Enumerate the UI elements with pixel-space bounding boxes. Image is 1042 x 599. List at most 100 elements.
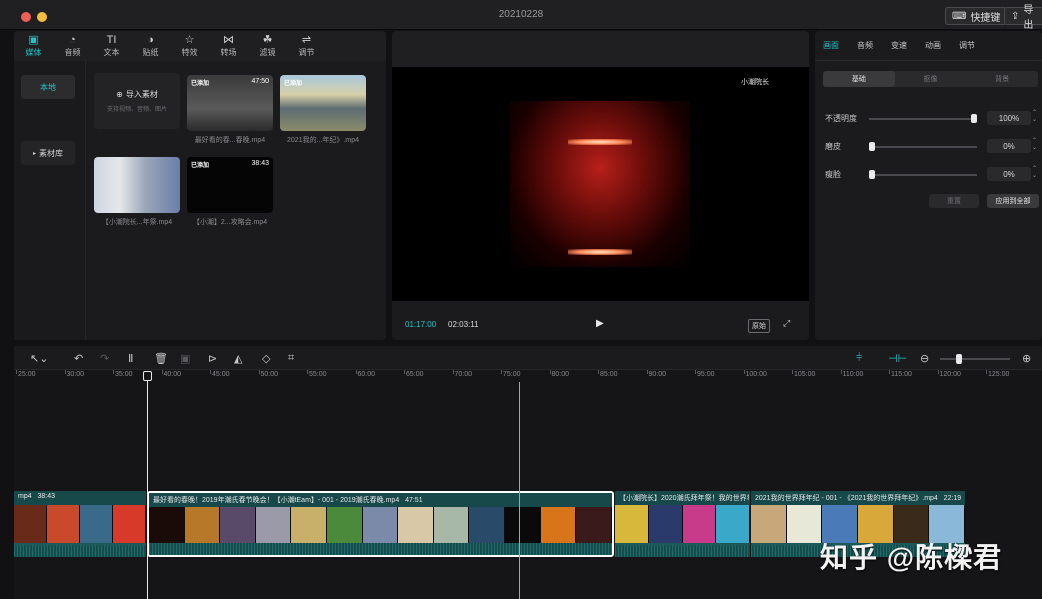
reset-button[interactable]: 重置 bbox=[929, 194, 979, 208]
video-preview[interactable]: 小潮院长 bbox=[392, 67, 809, 301]
timeline-cursor-handle[interactable] bbox=[143, 371, 152, 381]
sidebar-local[interactable]: 本地 bbox=[21, 75, 75, 99]
redo-icon[interactable]: ↷ bbox=[100, 352, 109, 365]
undo-icon[interactable]: ↶ bbox=[74, 352, 83, 365]
opacity-label: 不透明度 bbox=[825, 114, 857, 123]
opacity-stepper-icon[interactable]: ⌃ ⌄ bbox=[1032, 110, 1037, 124]
slim-stepper-icon[interactable]: ⌃ ⌄ bbox=[1032, 166, 1037, 180]
apply-all-button[interactable]: 应用到全部 bbox=[987, 194, 1039, 208]
ruler-tick-mark bbox=[986, 370, 987, 374]
ruler-tick-mark bbox=[646, 370, 648, 374]
media-tab-label: 音频 bbox=[64, 48, 81, 57]
media-clip-2-caption: 2021我的...年纪》.mp4 bbox=[287, 137, 359, 144]
segment-0[interactable]: 基础 bbox=[823, 71, 895, 87]
opacity-slider[interactable] bbox=[869, 114, 977, 123]
inspector-tab-1[interactable]: 音频 bbox=[857, 40, 873, 51]
media-tab-1[interactable]: ◔ 音频 bbox=[53, 31, 92, 61]
media-tab-0[interactable]: ▣ 媒体 bbox=[14, 31, 53, 61]
clip-label: 2021我的世界拜年纪 - 001 - 《2021我的世界拜年纪》.mp4 22… bbox=[755, 495, 962, 502]
ratio-button[interactable]: 原始 bbox=[748, 319, 770, 333]
smooth-slider[interactable] bbox=[869, 142, 977, 151]
freeze-icon[interactable]: ▣ bbox=[180, 352, 190, 365]
timeline-cursor[interactable] bbox=[147, 372, 148, 599]
media-clip-4-caption: 【小潮】2...攻略会.mp4 bbox=[192, 219, 268, 226]
timeline-ruler[interactable]: 25:00 30:00 35:00 40:00 45:00 50:00 55:00 60:00… bbox=[14, 370, 1042, 382]
slim-value[interactable]: 0% bbox=[987, 167, 1031, 181]
import-label: 导入素材 bbox=[125, 90, 158, 99]
media-tab-icon: ⋈ bbox=[223, 34, 234, 46]
ruler-tick-label: 50:00 bbox=[260, 371, 279, 378]
project-title: 20210228 bbox=[498, 9, 544, 20]
ruler-tick-label: 30:00 bbox=[66, 371, 85, 378]
media-tab-3[interactable]: ◑ 贴纸 bbox=[131, 31, 170, 61]
opacity-value[interactable]: 100% bbox=[987, 111, 1031, 125]
slim-slider-knob[interactable] bbox=[869, 170, 875, 179]
zoom-out-icon[interactable]: ⊖ bbox=[920, 352, 929, 365]
smooth-value[interactable]: 0% bbox=[987, 139, 1031, 153]
slim-slider[interactable] bbox=[869, 170, 977, 179]
sidebar-library[interactable]: ▸ 素材库 bbox=[21, 141, 75, 165]
timeline-clip-3[interactable]: 【小潮院长】2020潮氏拜年祭！我的世界拳 bbox=[615, 491, 750, 557]
plus-icon: ⊕ bbox=[116, 90, 123, 99]
inspector-tab-4[interactable]: 调节 bbox=[959, 40, 975, 51]
mirror-icon[interactable]: ◭ bbox=[234, 352, 242, 365]
ruler-tick-label: 90:00 bbox=[648, 371, 667, 378]
link-icon[interactable]: ⊣⊢ bbox=[888, 352, 907, 365]
playhead-line[interactable] bbox=[519, 382, 520, 599]
media-tab-6[interactable]: ☘ 滤镜 bbox=[248, 31, 287, 61]
media-tab-label: 媒体 bbox=[25, 48, 42, 57]
media-tab-icon: ▣ bbox=[28, 34, 39, 46]
timeline-toolbar: ↖⌄ ↶ ↷ Ⅱ 🗑 ▣ ⊳ ◭ ◇ ⌗ ⫩ ⊣⊢ ⊖ ⊕ bbox=[14, 346, 1042, 370]
media-tab-7[interactable]: ⇌ 调节 bbox=[287, 31, 326, 61]
slim-label: 瘦脸 bbox=[825, 170, 841, 179]
media-clip-3[interactable] bbox=[94, 157, 180, 213]
zoom-in-icon[interactable]: ⊕ bbox=[1022, 352, 1031, 365]
ruler-tick-mark bbox=[258, 370, 260, 374]
delete-icon[interactable]: 🗑 bbox=[154, 352, 168, 365]
title-bar: 20210228 ⌨ 快捷键 ⇪ 导出 bbox=[0, 0, 1042, 31]
clip-label: 最好看的春晚！2019年潮氏春节晚会！【小潮tEam】- 001 - 2019潮… bbox=[153, 497, 423, 504]
keyboard-icon: ⌨ bbox=[952, 10, 967, 22]
smooth-stepper-icon[interactable]: ⌃ ⌄ bbox=[1032, 138, 1037, 152]
clip-duration: 38:43 bbox=[251, 160, 269, 167]
media-tab-4[interactable]: ☆ 特效 bbox=[170, 31, 209, 61]
play-button[interactable]: ▶ bbox=[596, 318, 604, 329]
inspector-tab-0[interactable]: 画面 bbox=[823, 40, 839, 51]
rotate-icon[interactable]: ◇ bbox=[262, 352, 270, 365]
select-tool-icon[interactable]: ↖⌄ bbox=[30, 352, 48, 365]
timeline-clip-2-selected[interactable]: 最好看的春晚！2019年潮氏春节晚会！【小潮tEam】- 001 - 2019潮… bbox=[147, 491, 614, 557]
ruler-tick-mark bbox=[404, 370, 405, 374]
zoom-slider-knob[interactable] bbox=[956, 354, 962, 364]
ruler-tick-mark bbox=[355, 370, 357, 374]
media-clip-2[interactable]: 已添加 bbox=[280, 75, 366, 131]
fullscreen-icon[interactable]: ⤢ bbox=[783, 318, 790, 329]
player-header bbox=[392, 31, 809, 67]
crop-icon[interactable]: ⌗ bbox=[288, 352, 294, 365]
inspector-tab-3[interactable]: 动画 bbox=[925, 40, 941, 51]
export-button[interactable]: ⇪ 导出 bbox=[1004, 5, 1042, 31]
ruler-tick-label: 120:00 bbox=[939, 371, 961, 378]
ruler-tick-mark bbox=[501, 370, 502, 374]
media-clip-4[interactable]: 已添加 38:43 bbox=[187, 157, 273, 213]
segment-2[interactable]: 背景 bbox=[966, 71, 1038, 87]
import-button[interactable]: ⊕ 导入素材 支持视频、音频、图片 bbox=[94, 73, 180, 129]
smooth-slider-knob[interactable] bbox=[869, 142, 875, 151]
media-tab-icon: TI bbox=[106, 34, 117, 46]
clip-label: 【小潮院长】2020潮氏拜年祭！我的世界拳 bbox=[619, 495, 749, 502]
media-tab-2[interactable]: TI 文本 bbox=[92, 31, 131, 61]
segment-1[interactable]: 抠像 bbox=[895, 71, 967, 87]
media-tab-label: 特效 bbox=[181, 48, 198, 57]
timeline-clip-1[interactable]: mp4 38:43 bbox=[14, 491, 146, 557]
zoom-slider[interactable] bbox=[940, 354, 1010, 364]
media-tab-5[interactable]: ⋈ 转场 bbox=[209, 31, 248, 61]
inspector-tabs: 画面 音频 变速 动画 调节 bbox=[815, 31, 1042, 61]
split-icon[interactable]: Ⅱ bbox=[128, 352, 133, 365]
reverse-icon[interactable]: ⊳ bbox=[208, 352, 217, 365]
caret-icon: ▸ bbox=[32, 150, 36, 157]
magnet-icon[interactable]: ⫩ bbox=[856, 352, 862, 365]
shortcut-button[interactable]: ⌨ 快捷键 bbox=[945, 7, 1008, 25]
inspector-tab-2[interactable]: 变速 bbox=[891, 40, 907, 51]
opacity-slider-knob[interactable] bbox=[971, 114, 977, 123]
media-tab-icon: ☘ bbox=[262, 34, 273, 46]
media-clip-1[interactable]: 已添加 47:50 bbox=[187, 75, 273, 131]
